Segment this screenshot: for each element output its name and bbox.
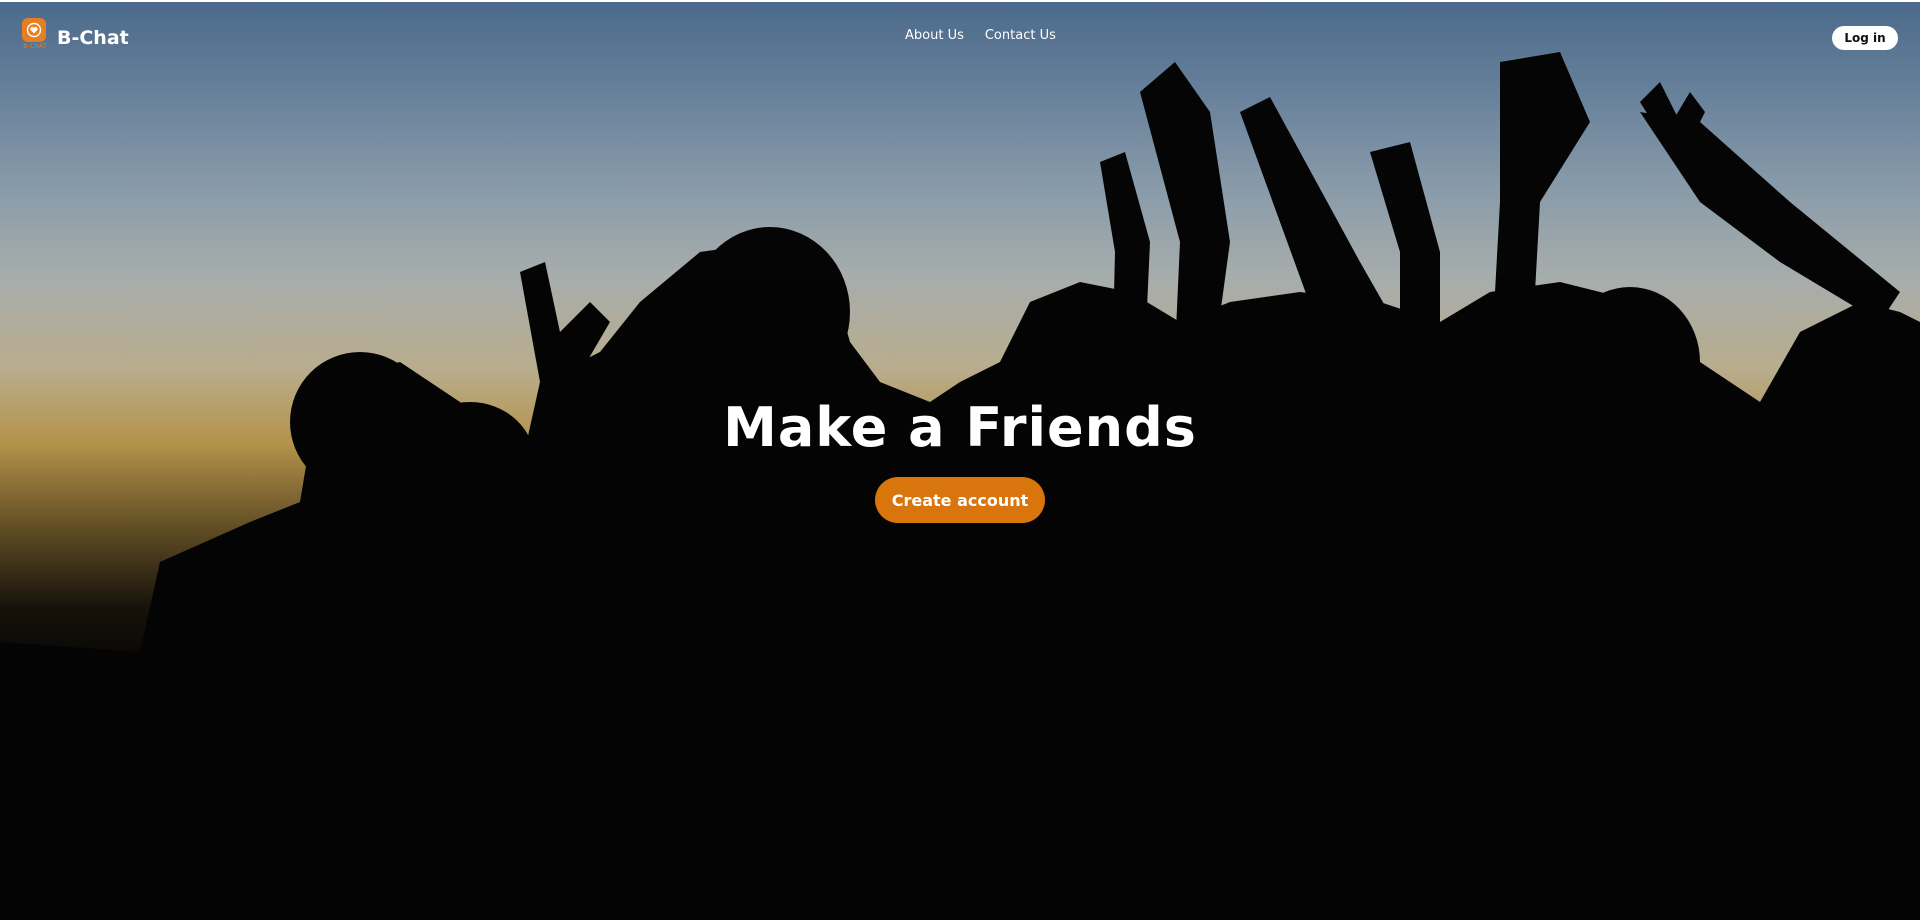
login-button[interactable]: Log in — [1832, 26, 1898, 50]
nav-link-contact-us[interactable]: Contact Us — [985, 28, 1056, 43]
logo-caption: B-CHAT — [23, 43, 47, 50]
main-nav: About Us Contact Us — [905, 28, 1056, 43]
landing-page: B-CHAT B-Chat About Us Contact Us Log in… — [0, 0, 1920, 922]
top-navbar: B-CHAT B-Chat About Us Contact Us Log in — [0, 2, 1920, 72]
brand-name: B-Chat — [57, 27, 129, 49]
brand-logo-link[interactable]: B-CHAT B-Chat — [22, 18, 129, 50]
nav-link-about-us[interactable]: About Us — [905, 28, 964, 43]
heart-chat-icon — [22, 18, 46, 42]
logo-badge: B-CHAT — [22, 18, 48, 50]
create-account-button[interactable]: Create account — [875, 477, 1045, 523]
hero-headline: Make a Friends — [723, 396, 1197, 459]
